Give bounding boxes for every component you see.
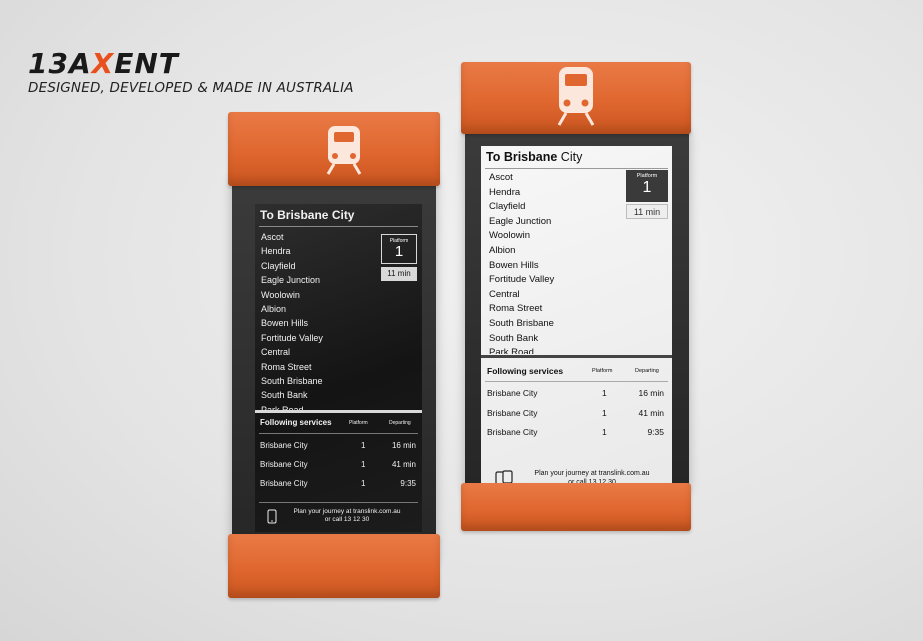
journey-line-1: Plan your journey at translink.com.au xyxy=(293,508,401,515)
platform-box: Platform 1 xyxy=(626,170,668,202)
service-departing: 41 min xyxy=(638,407,664,418)
sign-title: To Brisbane City xyxy=(260,208,355,222)
service-platform: 1 xyxy=(361,441,366,450)
service-departing: 16 min xyxy=(391,441,416,450)
sign-bottom-cap xyxy=(461,483,691,531)
platform-box: Platform 1 xyxy=(381,234,417,264)
sign-dark: To Brisbane City Ascot Hendra Clayfield Eag… xyxy=(228,112,440,602)
station-item: Roma Street xyxy=(261,361,312,372)
station-item: Albion xyxy=(489,244,516,256)
station-list: Ascot Hendra Clayfield Eagle Junction Woolow… xyxy=(489,171,619,354)
service-row: Brisbane City 1 9:35 xyxy=(481,427,672,447)
station-item: Park Road xyxy=(261,404,304,410)
station-item: Albion xyxy=(261,304,287,315)
platform-number: 1 xyxy=(394,243,404,260)
title-divider xyxy=(259,226,418,227)
brand-tagline: DESIGNED, DEVELOPED & MADE IN AUSTRALIA xyxy=(28,80,354,96)
service-platform: 1 xyxy=(602,407,607,418)
service-platform: 1 xyxy=(361,460,366,469)
brand-logo: 13AXENT xyxy=(28,47,179,80)
service-row: Brisbane City 1 41 min xyxy=(255,460,422,479)
service-row: Brisbane City 1 16 min xyxy=(481,388,672,408)
station-list: Ascot Hendra Clayfield Eagle Junction Woolow… xyxy=(261,230,371,410)
service-destination: Brisbane City xyxy=(260,441,308,450)
following-services: Following services Platform Departing Br… xyxy=(255,416,422,532)
service-destination: Brisbane City xyxy=(487,427,538,437)
station-item: South Bank xyxy=(489,332,539,344)
service-destination: Brisbane City xyxy=(260,479,308,488)
sign-title: To Brisbane City xyxy=(486,150,583,164)
following-divider xyxy=(259,433,418,434)
station-item: Bowen Hills xyxy=(489,259,539,271)
brand-block: 13AXENT DESIGNED, DEVELOPED & MADE IN AU… xyxy=(28,47,354,97)
following-title: Following services xyxy=(487,366,564,376)
train-icon xyxy=(557,67,595,126)
col-departing: Departing xyxy=(389,420,411,426)
station-item: South Brisbane xyxy=(261,376,323,387)
station-item: Clayfield xyxy=(489,201,526,213)
phone-icon xyxy=(267,509,277,524)
following-title: Following services xyxy=(260,418,332,427)
service-platform: 1 xyxy=(602,388,607,398)
minutes-box: 11 min xyxy=(381,267,417,281)
station-item: Eagle Junction xyxy=(489,215,552,227)
sign-screen: To Brisbane City Ascot Hendra Clayfield Eag… xyxy=(255,204,422,532)
following-divider xyxy=(485,381,668,382)
station-item: South Brisbane xyxy=(489,317,554,329)
following-services: Following services Platform Departing Br… xyxy=(481,361,672,501)
minutes-box: 11 min xyxy=(626,204,668,219)
service-departing: 9:35 xyxy=(647,427,664,437)
title-divider xyxy=(485,168,668,169)
service-platform: 1 xyxy=(361,479,366,488)
service-row: Brisbane City 1 41 min xyxy=(481,408,672,428)
sign-light: To Brisbane City Ascot Hendra Clayfield Eag… xyxy=(461,60,693,536)
station-item: Central xyxy=(261,347,291,358)
station-item: South Bank xyxy=(261,390,308,401)
station-item: Woolowin xyxy=(261,289,300,300)
section-divider xyxy=(481,355,672,358)
service-row: Brisbane City 1 16 min xyxy=(255,441,422,460)
col-platform: Platform xyxy=(592,368,613,374)
station-item: Ascot xyxy=(489,172,513,183)
service-departing: 9:35 xyxy=(400,479,416,488)
journey-divider xyxy=(259,502,418,503)
col-departing: Departing xyxy=(635,368,659,374)
service-destination: Brisbane City xyxy=(487,407,538,418)
journey-text: Plan your journey at translink.com.au or… xyxy=(281,508,413,524)
platform-number: 1 xyxy=(642,179,652,196)
service-row: Brisbane City 1 9:35 xyxy=(255,479,422,498)
section-divider xyxy=(255,410,422,413)
station-item: Hendra xyxy=(261,246,291,257)
station-item: Central xyxy=(489,288,520,300)
journey-line-1: Plan your journey at translink.com.au xyxy=(534,470,650,477)
station-item: Park Road xyxy=(489,347,534,354)
service-platform: 1 xyxy=(602,427,607,437)
sign-bottom-cap xyxy=(228,534,440,598)
station-item: Roma Street xyxy=(489,303,543,315)
station-item: Bowen Hills xyxy=(261,318,309,329)
service-departing: 16 min xyxy=(638,388,664,398)
col-platform: Platform xyxy=(349,420,368,426)
service-destination: Brisbane City xyxy=(260,460,308,469)
sign-screen: To Brisbane City Ascot Hendra Clayfield Eag… xyxy=(481,146,672,502)
station-item: Eagle Junction xyxy=(261,275,321,286)
station-item: Ascot xyxy=(261,232,284,242)
station-item: Clayfield xyxy=(261,260,296,271)
station-item: Fortitude Valley xyxy=(489,274,555,286)
service-departing: 41 min xyxy=(391,460,416,469)
station-item: Fortitude Valley xyxy=(261,332,323,343)
station-item: Hendra xyxy=(489,186,521,198)
station-item: Woolowin xyxy=(489,230,531,242)
service-destination: Brisbane City xyxy=(487,388,538,398)
train-icon xyxy=(326,126,362,175)
journey-line-2: or call 13 12 30 xyxy=(324,516,370,523)
